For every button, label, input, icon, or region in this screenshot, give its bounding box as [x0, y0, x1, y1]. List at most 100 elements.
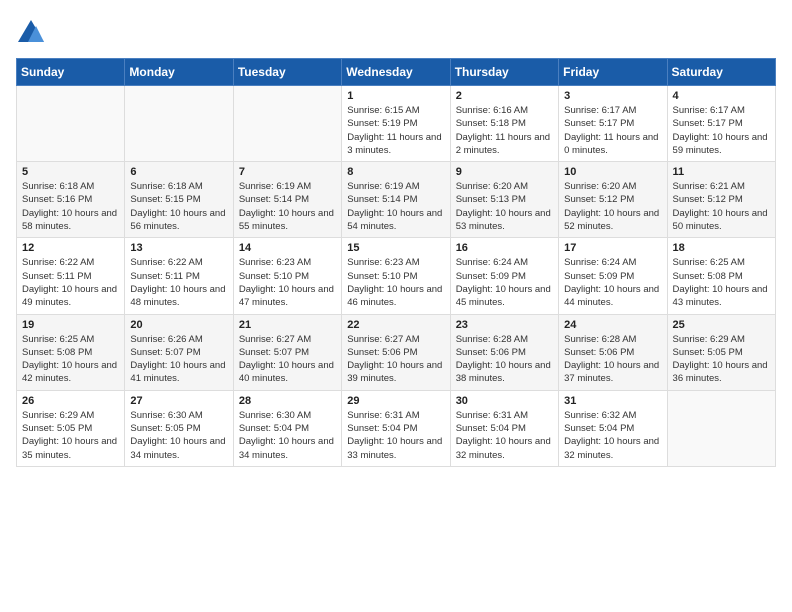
day-number: 22 [347, 319, 444, 331]
day-info: Sunrise: 6:25 AM Sunset: 5:08 PM Dayligh… [22, 333, 119, 386]
day-info: Sunrise: 6:25 AM Sunset: 5:08 PM Dayligh… [673, 256, 770, 309]
calendar-cell: 20 Sunrise: 6:26 AM Sunset: 5:07 PM Dayli… [125, 314, 233, 390]
calendar-cell: 30 Sunrise: 6:31 AM Sunset: 5:04 PM Dayli… [450, 390, 558, 466]
day-info: Sunrise: 6:24 AM Sunset: 5:09 PM Dayligh… [456, 256, 553, 309]
calendar-header-monday: Monday [125, 59, 233, 86]
calendar-header-thursday: Thursday [450, 59, 558, 86]
calendar-cell: 11Sunrise: 6:21 AM Sunset: 5:12 PM Dayli… [667, 162, 775, 238]
calendar-cell [667, 390, 775, 466]
day-number: 31 [564, 395, 661, 407]
day-number: 23 [456, 319, 553, 331]
calendar-cell: 5 Sunrise: 6:18 AM Sunset: 5:16 PM Daylig… [17, 162, 125, 238]
calendar-cell [125, 86, 233, 162]
day-number: 6 [130, 166, 227, 178]
calendar-cell: 7 Sunrise: 6:19 AM Sunset: 5:14 PM Daylig… [233, 162, 341, 238]
day-info: Sunrise: 6:31 AM Sunset: 5:04 PM Dayligh… [456, 409, 553, 462]
day-info: Sunrise: 6:17 AM Sunset: 5:17 PM Dayligh… [564, 104, 661, 157]
day-number: 28 [239, 395, 336, 407]
day-number: 25 [673, 319, 770, 331]
day-number: 16 [456, 242, 553, 254]
calendar-cell: 17 Sunrise: 6:24 AM Sunset: 5:09 PM Dayli… [559, 238, 667, 314]
day-number: 27 [130, 395, 227, 407]
day-info: Sunrise: 6:20 AM Sunset: 5:12 PM Dayligh… [564, 180, 661, 233]
day-info: Sunrise: 6:18 AM Sunset: 5:15 PM Dayligh… [130, 180, 227, 233]
day-number: 13 [130, 242, 227, 254]
calendar-header-friday: Friday [559, 59, 667, 86]
calendar-cell: 10 Sunrise: 6:20 AM Sunset: 5:12 PM Dayli… [559, 162, 667, 238]
day-number: 4 [673, 90, 770, 102]
calendar-cell: 4 Sunrise: 6:17 AM Sunset: 5:17 PM Daylig… [667, 86, 775, 162]
calendar-cell: 12Sunrise: 6:22 AM Sunset: 5:11 PM Dayli… [17, 238, 125, 314]
calendar-cell: 1 Sunrise: 6:15 AM Sunset: 5:19 PM Daylig… [342, 86, 450, 162]
day-number: 1 [347, 90, 444, 102]
day-info: Sunrise: 6:27 AM Sunset: 5:06 PM Dayligh… [347, 333, 444, 386]
day-info: Sunrise: 6:24 AM Sunset: 5:09 PM Dayligh… [564, 256, 661, 309]
day-info: Sunrise: 6:19 AM Sunset: 5:14 PM Dayligh… [347, 180, 444, 233]
calendar-header-sunday: Sunday [17, 59, 125, 86]
page-header [16, 16, 776, 46]
day-info: Sunrise: 6:16 AM Sunset: 5:18 PM Dayligh… [456, 104, 553, 157]
day-info: Sunrise: 6:27 AM Sunset: 5:07 PM Dayligh… [239, 333, 336, 386]
day-number: 20 [130, 319, 227, 331]
day-info: Sunrise: 6:21 AM Sunset: 5:12 PM Dayligh… [673, 180, 770, 233]
calendar-cell: 31Sunrise: 6:32 AM Sunset: 5:04 PM Dayli… [559, 390, 667, 466]
calendar-cell: 18 Sunrise: 6:25 AM Sunset: 5:08 PM Dayli… [667, 238, 775, 314]
day-info: Sunrise: 6:29 AM Sunset: 5:05 PM Dayligh… [22, 409, 119, 462]
day-info: Sunrise: 6:17 AM Sunset: 5:17 PM Dayligh… [673, 104, 770, 157]
day-info: Sunrise: 6:29 AM Sunset: 5:05 PM Dayligh… [673, 333, 770, 386]
calendar-cell [17, 86, 125, 162]
calendar-cell: 24 Sunrise: 6:28 AM Sunset: 5:06 PM Dayli… [559, 314, 667, 390]
day-info: Sunrise: 6:26 AM Sunset: 5:07 PM Dayligh… [130, 333, 227, 386]
calendar-cell: 23 Sunrise: 6:28 AM Sunset: 5:06 PM Dayli… [450, 314, 558, 390]
day-number: 30 [456, 395, 553, 407]
day-number: 12 [22, 242, 119, 254]
calendar-cell: 25 Sunrise: 6:29 AM Sunset: 5:05 PM Dayli… [667, 314, 775, 390]
day-info: Sunrise: 6:28 AM Sunset: 5:06 PM Dayligh… [564, 333, 661, 386]
day-number: 19 [22, 319, 119, 331]
calendar-cell: 15Sunrise: 6:23 AM Sunset: 5:10 PM Dayli… [342, 238, 450, 314]
day-info: Sunrise: 6:23 AM Sunset: 5:10 PM Dayligh… [239, 256, 336, 309]
day-info: Sunrise: 6:28 AM Sunset: 5:06 PM Dayligh… [456, 333, 553, 386]
calendar-cell: 19 Sunrise: 6:25 AM Sunset: 5:08 PM Dayli… [17, 314, 125, 390]
day-info: Sunrise: 6:23 AM Sunset: 5:10 PM Dayligh… [347, 256, 444, 309]
day-number: 17 [564, 242, 661, 254]
calendar-cell: 29 Sunrise: 6:31 AM Sunset: 5:04 PM Dayli… [342, 390, 450, 466]
calendar-cell: 9 Sunrise: 6:20 AM Sunset: 5:13 PM Daylig… [450, 162, 558, 238]
calendar-cell: 8 Sunrise: 6:19 AM Sunset: 5:14 PM Daylig… [342, 162, 450, 238]
calendar-cell: 13Sunrise: 6:22 AM Sunset: 5:11 PM Dayli… [125, 238, 233, 314]
day-number: 8 [347, 166, 444, 178]
day-info: Sunrise: 6:15 AM Sunset: 5:19 PM Dayligh… [347, 104, 444, 157]
day-number: 14 [239, 242, 336, 254]
calendar-cell: 2Sunrise: 6:16 AM Sunset: 5:18 PM Daylig… [450, 86, 558, 162]
day-number: 18 [673, 242, 770, 254]
calendar-header-row: SundayMondayTuesdayWednesdayThursdayFrid… [17, 59, 776, 86]
day-info: Sunrise: 6:30 AM Sunset: 5:05 PM Dayligh… [130, 409, 227, 462]
calendar-cell: 27 Sunrise: 6:30 AM Sunset: 5:05 PM Dayli… [125, 390, 233, 466]
calendar-week-row: 1 Sunrise: 6:15 AM Sunset: 5:19 PM Daylig… [17, 86, 776, 162]
calendar-cell: 3Sunrise: 6:17 AM Sunset: 5:17 PM Daylig… [559, 86, 667, 162]
day-info: Sunrise: 6:18 AM Sunset: 5:16 PM Dayligh… [22, 180, 119, 233]
calendar-cell: 28 Sunrise: 6:30 AM Sunset: 5:04 PM Dayli… [233, 390, 341, 466]
calendar-cell [233, 86, 341, 162]
day-number: 21 [239, 319, 336, 331]
day-number: 10 [564, 166, 661, 178]
day-number: 5 [22, 166, 119, 178]
calendar-cell: 22 Sunrise: 6:27 AM Sunset: 5:06 PM Dayli… [342, 314, 450, 390]
day-info: Sunrise: 6:31 AM Sunset: 5:04 PM Dayligh… [347, 409, 444, 462]
calendar-cell: 21 Sunrise: 6:27 AM Sunset: 5:07 PM Dayli… [233, 314, 341, 390]
calendar-header-wednesday: Wednesday [342, 59, 450, 86]
calendar-cell: 26 Sunrise: 6:29 AM Sunset: 5:05 PM Dayli… [17, 390, 125, 466]
day-info: Sunrise: 6:19 AM Sunset: 5:14 PM Dayligh… [239, 180, 336, 233]
day-info: Sunrise: 6:30 AM Sunset: 5:04 PM Dayligh… [239, 409, 336, 462]
day-number: 7 [239, 166, 336, 178]
day-info: Sunrise: 6:20 AM Sunset: 5:13 PM Dayligh… [456, 180, 553, 233]
day-number: 9 [456, 166, 553, 178]
calendar-week-row: 26 Sunrise: 6:29 AM Sunset: 5:05 PM Dayli… [17, 390, 776, 466]
logo [16, 16, 50, 46]
day-number: 26 [22, 395, 119, 407]
day-number: 29 [347, 395, 444, 407]
calendar-header-saturday: Saturday [667, 59, 775, 86]
day-number: 24 [564, 319, 661, 331]
logo-icon [16, 16, 46, 46]
calendar-table: SundayMondayTuesdayWednesdayThursdayFrid… [16, 58, 776, 467]
